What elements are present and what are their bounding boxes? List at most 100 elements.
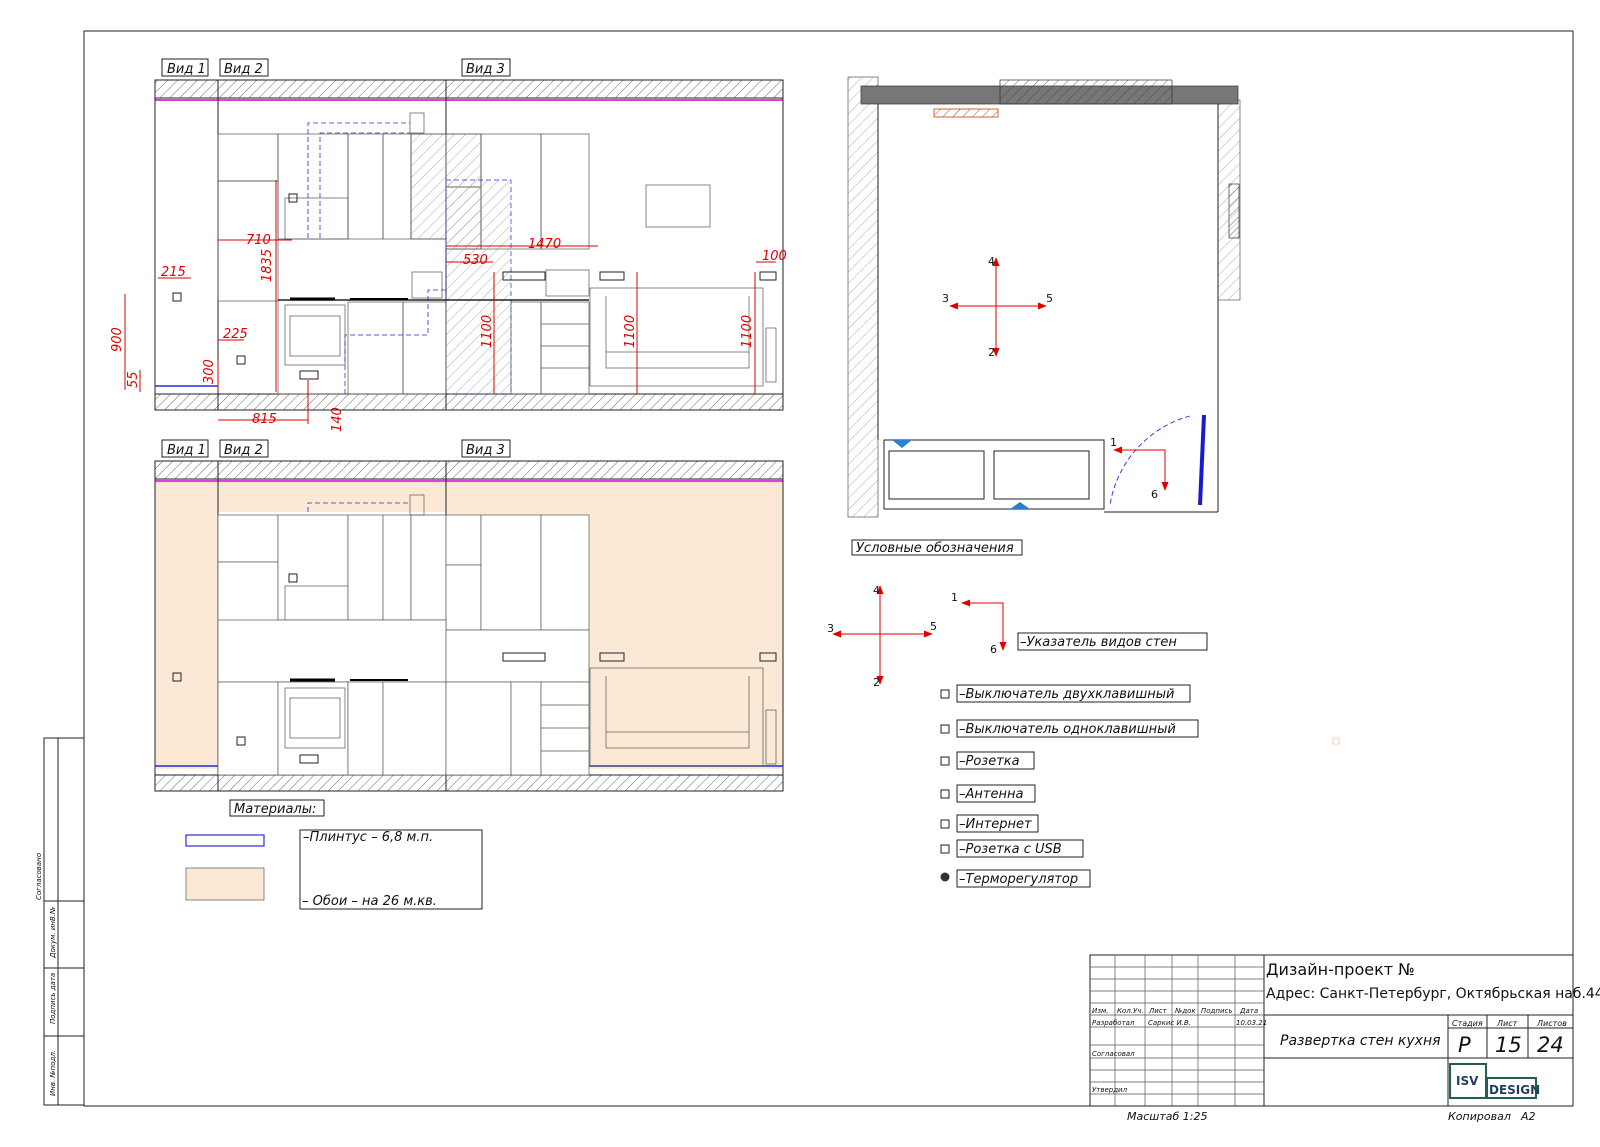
tb-agreed: Согласовал <box>1092 1050 1135 1058</box>
view-label-3-text: Вид 3 <box>466 62 505 77</box>
floor-slab-2 <box>154 774 784 792</box>
tb-col-podpis: Подпись <box>1201 1007 1233 1015</box>
tb-address: Адрес: Санкт-Петербург, Октябрьская наб.… <box>1266 986 1600 1002</box>
view-label-2b-text: Вид 2 <box>224 443 263 458</box>
legend-title: Условные обозначения <box>856 541 1014 556</box>
dim-55: 55 <box>126 371 141 388</box>
single-switch-icon <box>940 724 950 734</box>
microwave <box>545 269 590 297</box>
logo-isv: ISV <box>1456 1074 1479 1088</box>
view-label-2-text: Вид 2 <box>224 62 263 77</box>
tb-project: Дизайн-проект № <box>1266 960 1415 979</box>
tb-approved: Утвердил <box>1092 1086 1128 1094</box>
thermostat-icon <box>940 872 950 882</box>
legend-item-internet: –Интернет <box>959 817 1032 832</box>
legend: Условные обозначения 4 3 5 2 1 6 –Указат… <box>827 539 1208 888</box>
dim-1835: 1835 <box>260 249 275 282</box>
legend-dir-3: 3 <box>827 622 834 635</box>
legend-item-double-switch: –Выключатель двухклавишный <box>959 687 1175 702</box>
hood-duct <box>307 122 410 238</box>
drawing-sheet: Вид 1 Вид 2 Вид 3 215 710 1835 530 1470 … <box>0 0 1600 1142</box>
door-leaf <box>1198 414 1206 506</box>
materials-title: Материалы: <box>234 802 316 817</box>
view-label-3b-text: Вид 3 <box>466 443 505 458</box>
dim-815: 815 <box>252 412 277 427</box>
legend-dir-6: 6 <box>990 643 997 656</box>
side-stamp: Согласовано Инв. №подл. Подпись дата Док… <box>35 737 85 1106</box>
tb-col-izm: Изм. <box>1092 1007 1108 1015</box>
dim-1100-b: 1100 <box>623 315 638 348</box>
plinth-swatch <box>185 834 265 847</box>
isv-design-logo: ISV DESIGN <box>1449 1063 1540 1099</box>
legend-item-usb-socket: –Розетка с USB <box>959 842 1062 857</box>
fridge-outline <box>445 179 512 395</box>
legend-item-view-pointer: –Указатель видов стен <box>1020 635 1177 650</box>
plan-dir-2: 2 <box>988 346 995 359</box>
tb-author: Саркис И.В. <box>1148 1019 1191 1027</box>
microwave-small <box>411 271 443 299</box>
tb-format: A2 <box>1520 1110 1536 1123</box>
legend-item-thermostat: –Терморегулятор <box>959 872 1078 887</box>
stray-marker <box>1332 737 1340 745</box>
tb-listov-label: Листов <box>1536 1019 1567 1028</box>
column-hatch <box>410 133 447 240</box>
internet-icon <box>940 819 950 829</box>
dim-1100-c: 1100 <box>740 315 755 348</box>
materials-block: Материалы: –Плинтус – 6,8 м.п. – Обои – … <box>185 799 483 910</box>
stamp-sign-date: Подпись дата <box>49 973 57 1024</box>
legend-item-socket: –Розетка <box>959 754 1020 769</box>
title-block: Изм. Кол.Уч. Лист №док Подпись Дата Разр… <box>1089 954 1600 1123</box>
ceiling-slab-2 <box>154 460 784 480</box>
tb-col-kol: Кол.Уч. <box>1117 1007 1144 1015</box>
antenna-icon <box>940 789 950 799</box>
tb-col-list: Лист <box>1148 1007 1168 1015</box>
tb-col-ndok: №док <box>1174 1007 1196 1015</box>
stamp-inv: Инв. №подл. <box>49 1050 57 1096</box>
legend-dir-5: 5 <box>930 620 937 633</box>
legend-dir-2: 2 <box>873 676 880 689</box>
wallpaper-right <box>589 479 783 769</box>
dim-710: 710 <box>246 233 271 248</box>
radiator <box>933 108 999 118</box>
vent-box <box>409 112 425 134</box>
drawing-canvas: Вид 1 Вид 2 Вид 3 215 710 1835 530 1470 … <box>35 30 1600 1123</box>
plan-dir-5: 5 <box>1046 292 1053 305</box>
legend-dir-1: 1 <box>951 591 958 604</box>
plan-dir-6: 6 <box>1151 488 1158 501</box>
plan-dir-3: 3 <box>942 292 949 305</box>
tb-listov: 24 <box>1537 1033 1564 1057</box>
wallpaper-left <box>155 479 218 769</box>
elevation-bottom: Вид 1 Вид 2 Вид 3 <box>154 439 784 792</box>
tb-col-data: Дата <box>1239 1007 1258 1015</box>
dim-530: 530 <box>463 253 488 268</box>
logo-design: DESIGN <box>1489 1083 1540 1097</box>
plan-dir-4: 4 <box>988 255 995 268</box>
tb-list: 15 <box>1495 1033 1522 1057</box>
plinth-text: –Плинтус – 6,8 м.п. <box>303 830 433 845</box>
tb-sheet-name: Развертка стен кухня <box>1280 1033 1441 1049</box>
dim-225: 225 <box>223 327 248 342</box>
lower-cabinets <box>277 299 590 395</box>
wallpaper-text: – Обои – на 26 м.кв. <box>302 894 437 909</box>
dim-1470: 1470 <box>528 237 561 252</box>
legend-item-single-switch: –Выключатель одноклавишный <box>959 722 1176 737</box>
dim-100: 100 <box>762 249 787 264</box>
wall-picture <box>645 184 711 228</box>
socket-icon <box>940 756 950 766</box>
tb-date: 10.03.21 <box>1236 1019 1267 1027</box>
tb-developed: Разработал <box>1092 1019 1135 1027</box>
plan-counters <box>883 439 1105 510</box>
dim-140: 140 <box>330 407 345 432</box>
view-label-1b-text: Вид 1 <box>167 443 206 458</box>
elevation-top: Вид 1 Вид 2 Вид 3 215 710 1835 530 1470 … <box>110 58 787 432</box>
tb-stage: Р <box>1458 1033 1471 1057</box>
dim-900: 900 <box>110 327 125 352</box>
legend-item-antenna: –Антенна <box>959 787 1023 802</box>
floor-slab <box>154 393 784 411</box>
tb-list-label: Лист <box>1496 1019 1518 1028</box>
tb-stage-label: Стадия <box>1452 1019 1483 1028</box>
dim-215: 215 <box>161 265 186 280</box>
door-swing <box>1109 415 1191 506</box>
view-label-1-text: Вид 1 <box>167 62 206 77</box>
stamp-doc: Докум. инВ.№ <box>49 907 57 959</box>
